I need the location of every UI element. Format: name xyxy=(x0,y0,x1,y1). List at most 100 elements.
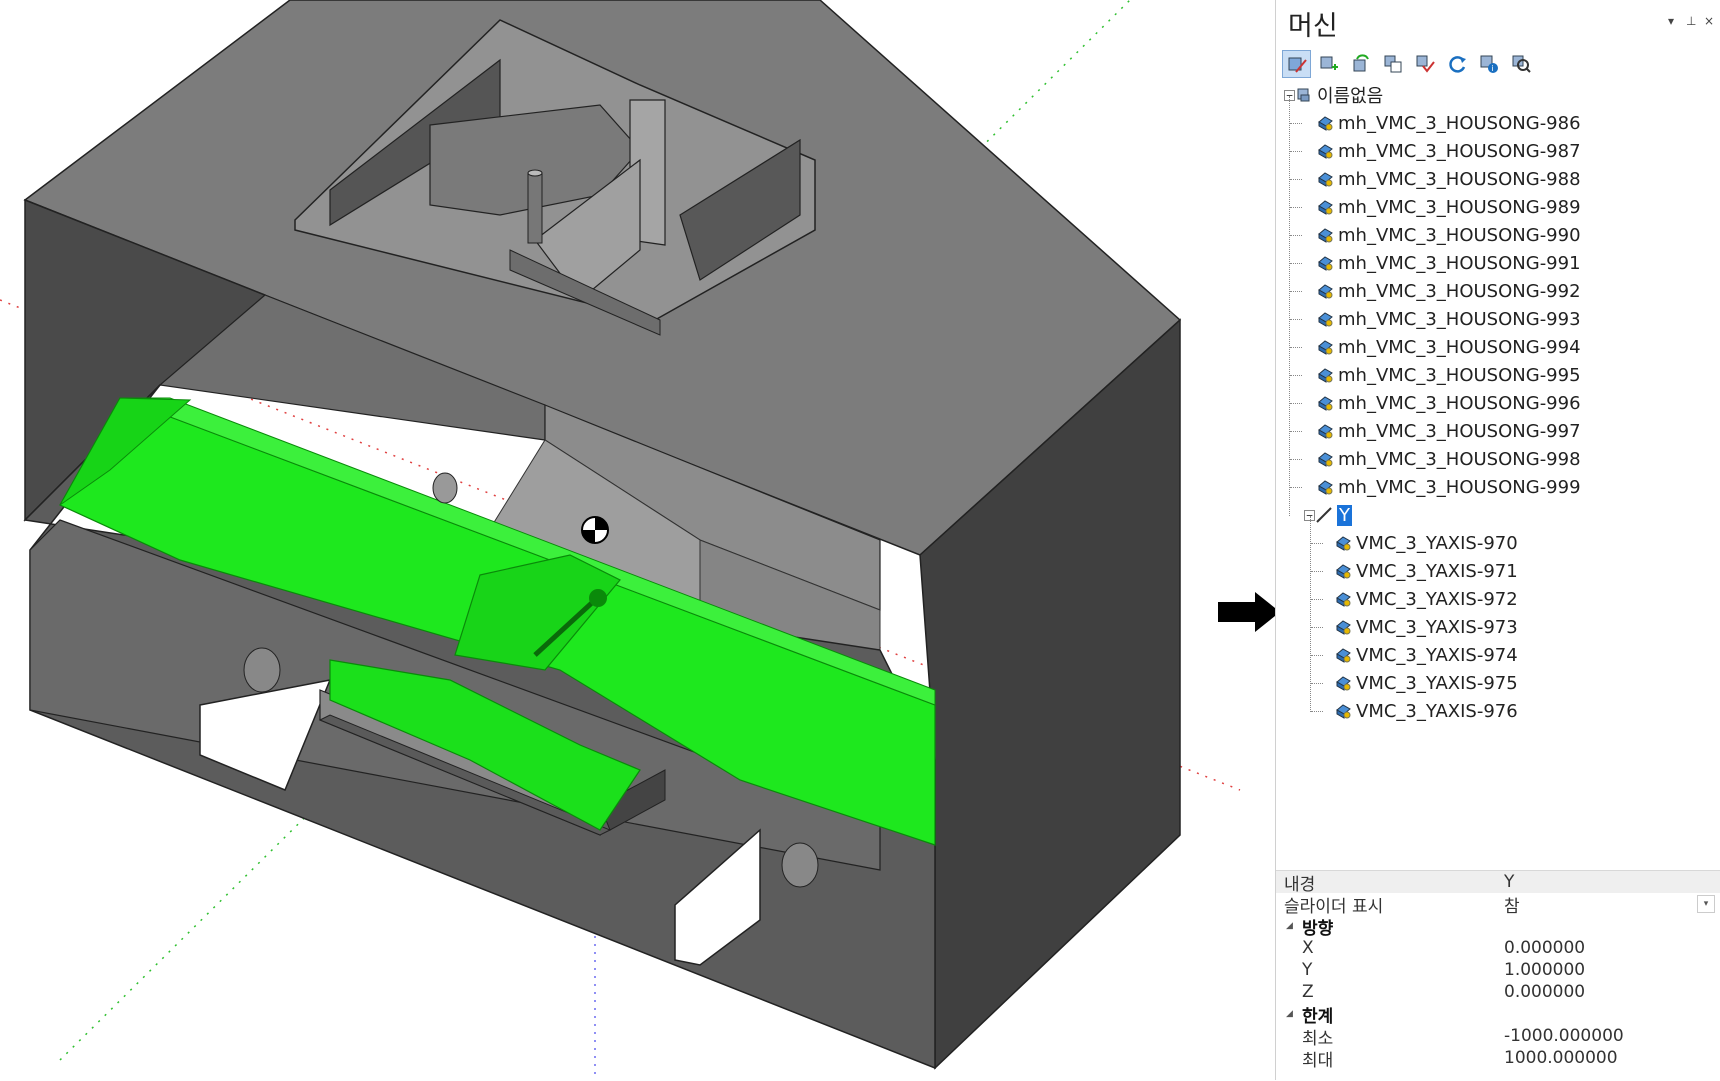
tree-item-label: VMC_3_YAXIS-974 xyxy=(1356,644,1518,666)
tree-connector xyxy=(1290,263,1302,264)
dropdown-icon[interactable]: ▾ xyxy=(1697,895,1715,913)
tree-connector xyxy=(1290,347,1302,348)
prop-value: 1000.000000 xyxy=(1504,1048,1618,1068)
tree-item-label: mh_VMC_3_HOUSONG-997 xyxy=(1338,420,1581,442)
copy-icon xyxy=(1384,55,1401,73)
prop-category-limit[interactable]: ◢ 한계 xyxy=(1276,1003,1720,1027)
component-icon xyxy=(1318,424,1333,439)
tree-item-label: VMC_3_YAXIS-970 xyxy=(1356,532,1518,554)
tree-item-axis-part[interactable]: VMC_3_YAXIS-974 xyxy=(1334,642,1518,668)
tree-item-axis-part[interactable]: VMC_3_YAXIS-973 xyxy=(1334,614,1518,640)
tree-item-label: mh_VMC_3_HOUSONG-992 xyxy=(1338,280,1581,302)
prop-row-min[interactable]: 최소 -1000.000000 xyxy=(1276,1025,1720,1049)
tree-connector xyxy=(1289,96,1290,516)
paste-icon xyxy=(1416,55,1435,73)
tree-connector xyxy=(1311,683,1323,684)
svg-text:i: i xyxy=(1491,64,1493,73)
paste-button[interactable] xyxy=(1410,50,1439,78)
component-icon xyxy=(1318,116,1333,131)
prop-key: Z xyxy=(1302,982,1314,1002)
prop-row-y[interactable]: Y 1.000000 xyxy=(1276,959,1720,981)
search-button[interactable] xyxy=(1506,50,1535,78)
refresh-icon xyxy=(1448,56,1466,73)
add-component-button[interactable] xyxy=(1314,50,1343,78)
tree-connector xyxy=(1311,571,1323,572)
tree-item-housing[interactable]: mh_VMC_3_HOUSONG-988 xyxy=(1316,166,1581,192)
panel-toolbar: i xyxy=(1282,50,1535,80)
dropdown-icon[interactable]: ▾ xyxy=(1668,14,1674,28)
refresh-button[interactable] xyxy=(1442,50,1471,78)
tree-item-axis-part[interactable]: VMC_3_YAXIS-972 xyxy=(1334,586,1518,612)
tree-item-housing[interactable]: mh_VMC_3_HOUSONG-992 xyxy=(1316,278,1581,304)
tree-item-housing[interactable]: mh_VMC_3_HOUSONG-991 xyxy=(1316,250,1581,276)
collapse-icon[interactable]: ◢ xyxy=(1286,1009,1293,1019)
prop-key: 슬라이더 표시 xyxy=(1284,896,1384,917)
replace-icon xyxy=(1353,54,1369,72)
tree-connector xyxy=(1290,291,1302,292)
panel-title: 머신 xyxy=(1288,11,1338,42)
replace-button[interactable] xyxy=(1346,50,1375,78)
prop-row-name[interactable]: 내경 Y xyxy=(1276,871,1720,895)
tree-item-housing[interactable]: mh_VMC_3_HOUSONG-993 xyxy=(1316,306,1581,332)
prop-row-x[interactable]: X 0.000000 xyxy=(1276,937,1720,959)
tree-item-housing[interactable]: mh_VMC_3_HOUSONG-986 xyxy=(1316,110,1581,136)
tree-root[interactable]: − 이름없음 xyxy=(1284,82,1383,108)
tree-connector xyxy=(1290,375,1302,376)
tree-item-housing[interactable]: mh_VMC_3_HOUSONG-999 xyxy=(1316,474,1581,500)
tree-connector xyxy=(1311,655,1323,656)
prop-value: Y xyxy=(1504,872,1515,892)
tree-item-housing[interactable]: mh_VMC_3_HOUSONG-996 xyxy=(1316,390,1581,416)
tree-item-axis-part[interactable]: VMC_3_YAXIS-975 xyxy=(1334,670,1518,696)
tree-connector xyxy=(1290,487,1302,488)
component-icon xyxy=(1318,200,1333,215)
tree-item-housing[interactable]: mh_VMC_3_HOUSONG-998 xyxy=(1316,446,1581,472)
tree-item-label: 이름없음 xyxy=(1317,86,1384,107)
collapse-icon[interactable]: ◢ xyxy=(1286,921,1293,931)
tree-item-housing[interactable]: mh_VMC_3_HOUSONG-987 xyxy=(1316,138,1581,164)
tree-connector xyxy=(1311,599,1323,600)
component-icon xyxy=(1318,452,1333,467)
component-icon xyxy=(1336,676,1351,691)
component-icon xyxy=(1336,564,1351,579)
edit-machine-icon xyxy=(1288,57,1307,73)
tree-connector xyxy=(1290,431,1302,432)
tree-item-housing[interactable]: mh_VMC_3_HOUSONG-997 xyxy=(1316,418,1581,444)
tree-item-axis-part[interactable]: VMC_3_YAXIS-976 xyxy=(1334,698,1518,724)
tree-item-housing[interactable]: mh_VMC_3_HOUSONG-995 xyxy=(1316,362,1581,388)
prop-key: 최대 xyxy=(1302,1050,1334,1071)
tree-item-housing[interactable]: mh_VMC_3_HOUSONG-990 xyxy=(1316,222,1581,248)
copy-button[interactable] xyxy=(1378,50,1407,78)
properties-grid: 내경 Y 슬라이더 표시 참 ▾ ◢ 방향 X 0.000000 Y 1.000… xyxy=(1276,870,1720,1081)
tree-item-axis-part[interactable]: VMC_3_YAXIS-970 xyxy=(1334,530,1518,556)
tree-item-label: mh_VMC_3_HOUSONG-990 xyxy=(1338,224,1581,246)
pin-icon[interactable]: ⊥ xyxy=(1686,14,1696,28)
tree-item-axis[interactable]: − Y xyxy=(1304,502,1352,528)
prop-row-slider[interactable]: 슬라이더 표시 참 ▾ xyxy=(1276,893,1720,917)
tree-item-label: VMC_3_YAXIS-972 xyxy=(1356,588,1518,610)
tree-item-label: VMC_3_YAXIS-975 xyxy=(1356,672,1518,694)
tree-item-housing[interactable]: mh_VMC_3_HOUSONG-989 xyxy=(1316,194,1581,220)
tree-item-label: VMC_3_YAXIS-973 xyxy=(1356,616,1518,638)
prop-category-direction[interactable]: ◢ 방향 xyxy=(1276,915,1720,939)
component-icon xyxy=(1336,704,1351,719)
prop-row-max[interactable]: 최대 1000.000000 xyxy=(1276,1047,1720,1071)
close-icon[interactable]: × xyxy=(1704,14,1714,28)
machine-panel: 머신 ▾ ⊥ × i − 이름없음 mh_VMC_3_HOUSONG-986 mh_V… xyxy=(1275,0,1720,1080)
component-icon xyxy=(1318,228,1333,243)
tree-item-label: mh_VMC_3_HOUSONG-998 xyxy=(1338,448,1581,470)
category-label: 방향 xyxy=(1302,918,1334,939)
linear-axis-icon xyxy=(1316,507,1332,523)
component-icon xyxy=(1318,480,1333,495)
tree-item-label: mh_VMC_3_HOUSONG-991 xyxy=(1338,252,1581,274)
component-icon xyxy=(1318,312,1333,327)
info-icon: i xyxy=(1480,55,1498,73)
info-button[interactable]: i xyxy=(1474,50,1503,78)
3d-viewport[interactable] xyxy=(0,0,1275,1080)
tree-item-housing[interactable]: mh_VMC_3_HOUSONG-994 xyxy=(1316,334,1581,360)
tree-item-axis-part[interactable]: VMC_3_YAXIS-971 xyxy=(1334,558,1518,584)
tree-item-label: Y xyxy=(1337,504,1352,526)
prop-value: 1.000000 xyxy=(1504,960,1586,980)
prop-row-z[interactable]: Z 0.000000 xyxy=(1276,981,1720,1003)
tree-connector xyxy=(1290,123,1302,124)
edit-machine-button[interactable] xyxy=(1282,50,1311,78)
